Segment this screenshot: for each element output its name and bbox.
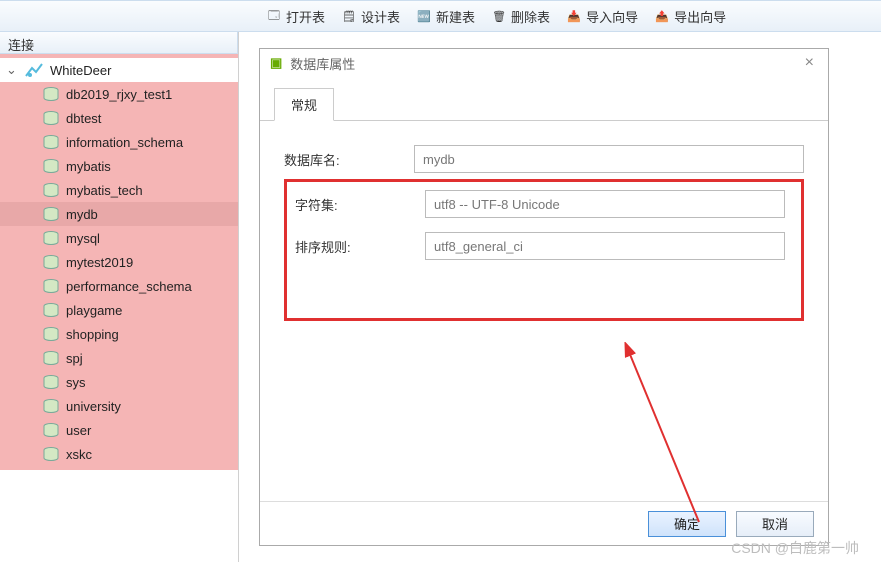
db-label: performance_schema — [66, 279, 192, 294]
tree-db-playgame[interactable]: playgame — [0, 298, 238, 322]
watermark: CSDN @白鹿第一帅 — [731, 538, 859, 558]
tree-db-mysql[interactable]: mysql — [0, 226, 238, 250]
tree-db-university[interactable]: university — [0, 394, 238, 418]
dialog-title: 数据库属性 — [290, 54, 355, 73]
export-icon: 📤 — [654, 8, 670, 24]
db-icon: ▣ — [270, 55, 282, 71]
new-table-label: 新建表 — [436, 7, 475, 26]
highlight-annotation: 字符集: 排序规则: — [284, 179, 804, 321]
tree-db-user[interactable]: user — [0, 418, 238, 442]
design-table-label: 设计表 — [361, 7, 400, 26]
label-dbname: 数据库名: — [284, 150, 414, 169]
db-label: dbtest — [66, 111, 101, 126]
db-tree[interactable]: ⌄ WhiteDeer db2019_rjxy_test1dbtest informa… — [0, 54, 238, 470]
db-label: information_schema — [66, 135, 183, 150]
tree-db-mybatis_tech[interactable]: mybatis_tech — [0, 178, 238, 202]
db-label: university — [66, 399, 121, 414]
db-label: mydb — [66, 207, 98, 222]
row-collation: 排序规则: — [295, 232, 785, 260]
select-charset[interactable] — [425, 190, 785, 218]
tree-db-dbtest[interactable]: dbtest — [0, 106, 238, 130]
export-wizard-button[interactable]: 📤导出向导 — [648, 4, 732, 29]
db-label: db2019_rjxy_test1 — [66, 87, 172, 102]
design-icon: 🗒 — [341, 8, 357, 24]
db-label: mysql — [66, 231, 100, 246]
cancel-button[interactable]: 取消 — [736, 511, 814, 537]
delete-icon: 🗑 — [491, 8, 507, 24]
tab-general[interactable]: 常规 — [274, 88, 334, 121]
open-table-label: 打开表 — [286, 7, 325, 26]
main-toolbar: 🗔打开表 🗒设计表 🆕新建表 🗑删除表 📥导入向导 📤导出向导 — [0, 0, 881, 32]
tree-db-xskc[interactable]: xskc — [0, 442, 238, 466]
tree-db-spj[interactable]: spj — [0, 346, 238, 370]
tree-connection[interactable]: ⌄ WhiteDeer — [0, 58, 238, 82]
delete-table-button[interactable]: 🗑删除表 — [485, 4, 556, 29]
label-charset: 字符集: — [295, 195, 425, 214]
dialog-titlebar: ▣ 数据库属性 × — [260, 49, 828, 77]
table-icon: 🗔 — [266, 8, 282, 24]
db-label: playgame — [66, 303, 122, 318]
dialog-form: 数据库名: 字符集: 排序规则: — [260, 121, 828, 501]
import-wizard-button[interactable]: 📥导入向导 — [560, 4, 644, 29]
design-table-button[interactable]: 🗒设计表 — [335, 4, 406, 29]
db-label: xskc — [66, 447, 92, 462]
import-icon: 📥 — [566, 8, 582, 24]
tree-db-performance_schema[interactable]: performance_schema — [0, 274, 238, 298]
export-wizard-label: 导出向导 — [674, 7, 726, 26]
tree-db-db2019_rjxy_test1[interactable]: db2019_rjxy_test1 — [0, 82, 238, 106]
import-wizard-label: 导入向导 — [586, 7, 638, 26]
delete-table-label: 删除表 — [511, 7, 550, 26]
db-properties-dialog: ▣ 数据库属性 × 常规 数据库名: 字符集: 排序规则: — [259, 48, 829, 546]
panel-title: 连接 — [0, 32, 238, 54]
tree-db-shopping[interactable]: shopping — [0, 322, 238, 346]
new-icon: 🆕 — [416, 8, 432, 24]
ok-button[interactable]: 确定 — [648, 511, 726, 537]
label-collation: 排序规则: — [295, 237, 425, 256]
tab-bar: 常规 — [260, 77, 828, 121]
db-label: mybatis — [66, 159, 111, 174]
db-label: shopping — [66, 327, 119, 342]
connection-label: WhiteDeer — [50, 63, 111, 78]
row-charset: 字符集: — [295, 190, 785, 218]
row-dbname: 数据库名: — [284, 145, 804, 173]
new-table-button[interactable]: 🆕新建表 — [410, 4, 481, 29]
tree-db-information_schema[interactable]: information_schema — [0, 130, 238, 154]
tree-db-sys[interactable]: sys — [0, 370, 238, 394]
connections-panel: 连接 ⌄ WhiteDeer db2019_rjxy_test1dbtest info… — [0, 32, 238, 562]
open-table-button[interactable]: 🗔打开表 — [260, 4, 331, 29]
tree-db-mybatis[interactable]: mybatis — [0, 154, 238, 178]
db-label: spj — [66, 351, 83, 366]
db-label: mybatis_tech — [66, 183, 143, 198]
chevron-down-icon: ⌄ — [6, 62, 18, 78]
input-dbname[interactable] — [414, 145, 804, 173]
select-collation[interactable] — [425, 232, 785, 260]
content-area: ▣ 数据库属性 × 常规 数据库名: 字符集: 排序规则: — [238, 32, 881, 562]
close-icon[interactable]: × — [801, 54, 818, 72]
tree-db-mytest2019[interactable]: mytest2019 — [0, 250, 238, 274]
db-label: sys — [66, 375, 86, 390]
db-label: user — [66, 423, 91, 438]
tree-db-mydb[interactable]: mydb — [0, 202, 238, 226]
db-label: mytest2019 — [66, 255, 133, 270]
